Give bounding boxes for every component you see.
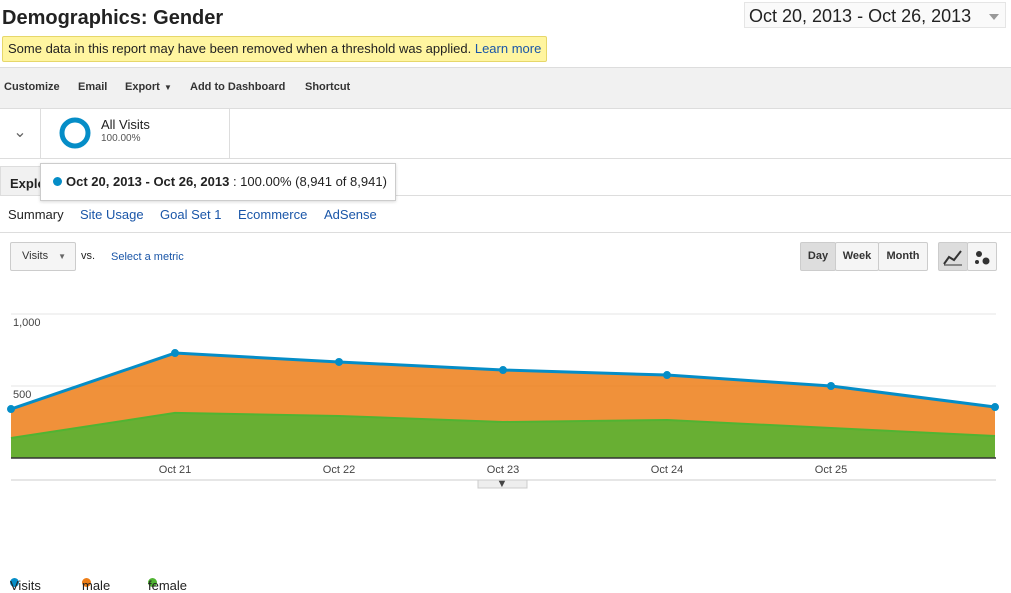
subtab-adsense[interactable]: AdSense — [324, 207, 377, 222]
x-tick-label: Oct 25 — [815, 464, 847, 476]
month-button[interactable]: Month — [878, 242, 928, 271]
vs-label: vs. — [81, 250, 96, 262]
date-range-picker[interactable]: Oct 20, 2013 - Oct 26, 2013 — [744, 2, 1006, 28]
segment-name: All Visits — [101, 117, 150, 132]
metric-select-value: Visits — [22, 250, 49, 262]
segment-percent: 100.00% — [101, 133, 141, 144]
email-button[interactable]: Email — [78, 81, 107, 93]
page-title: Demographics: Gender — [2, 7, 224, 29]
x-tick-label: Oct 23 — [487, 464, 519, 476]
shortcut-button[interactable]: Shortcut — [305, 81, 350, 93]
subtab-goal-set-1[interactable]: Goal Set 1 — [160, 207, 221, 222]
visits-point — [827, 382, 835, 390]
segment-dot-icon — [53, 177, 62, 186]
legend-label: male — [82, 578, 111, 593]
x-tick-label: Oct 22 — [323, 464, 355, 476]
legend-label: female — [148, 578, 188, 593]
segment-donut-icon — [59, 117, 91, 149]
visits-point — [663, 371, 671, 380]
select-metric-link[interactable]: Select a metric — [111, 251, 184, 263]
export-caret-icon: ▼ — [164, 83, 172, 92]
segment-all-visits[interactable]: All Visits 100.00% — [40, 108, 230, 158]
report-toolbar: Customize Email Export ▼ Add to Dashboar… — [0, 67, 1011, 109]
legend-label: Visits — [10, 578, 41, 593]
export-button[interactable]: Export — [125, 81, 160, 93]
subtab-ecommerce[interactable]: Ecommerce — [238, 207, 307, 222]
segment-expand-chevron-icon[interactable]: ⌄ — [0, 108, 41, 158]
visits-point — [335, 357, 343, 366]
visits-point — [7, 405, 15, 414]
date-range-text: Oct 20, 2013 - Oct 26, 2013 — [749, 6, 972, 26]
customize-button[interactable]: Customize — [4, 81, 60, 93]
x-tick-label: Oct 21 — [159, 464, 191, 476]
line-chart-button[interactable] — [938, 242, 968, 271]
threshold-notice: Some data in this report may have been r… — [2, 36, 548, 62]
subtab-site-usage[interactable]: Site Usage — [80, 207, 144, 222]
caret-down-icon: ▼ — [497, 478, 508, 490]
add-to-dashboard-button[interactable]: Add to Dashboard — [190, 81, 285, 93]
line-chart-icon — [943, 250, 962, 266]
chevron-down-icon — [989, 14, 999, 25]
day-button[interactable]: Day — [800, 242, 836, 271]
tooltip-value: : 100.00% (8,941 of 8,941) — [232, 174, 387, 189]
metric-select[interactable]: Visits ▼ — [10, 242, 76, 271]
tooltip-range: Oct 20, 2013 - Oct 26, 2013 — [66, 174, 230, 189]
visits-point — [991, 403, 999, 412]
notice-text: Some data in this report may have been r… — [8, 41, 472, 56]
y-tick-label: 500 — [13, 389, 31, 401]
motion-chart-button[interactable] — [967, 242, 997, 271]
learn-more-link[interactable]: Learn more — [475, 41, 541, 56]
bubble-chart-icon — [975, 251, 990, 265]
visits-chart: 1,000 500 Oct 21 Oct 22 Oct 23 Oct 24 Oct 25 ▼ — [7, 313, 999, 490]
week-button[interactable]: Week — [835, 242, 879, 271]
subtab-summary[interactable]: Summary — [8, 207, 64, 222]
visits-point — [499, 366, 507, 375]
x-tick-label: Oct 24 — [651, 464, 683, 476]
segment-tooltip: Oct 20, 2013 - Oct 26, 2013 : 100.00% (8… — [40, 163, 396, 201]
visits-point — [171, 349, 179, 358]
chevron-down-icon: ▼ — [58, 252, 66, 261]
y-tick-label: 1,000 — [13, 317, 41, 329]
